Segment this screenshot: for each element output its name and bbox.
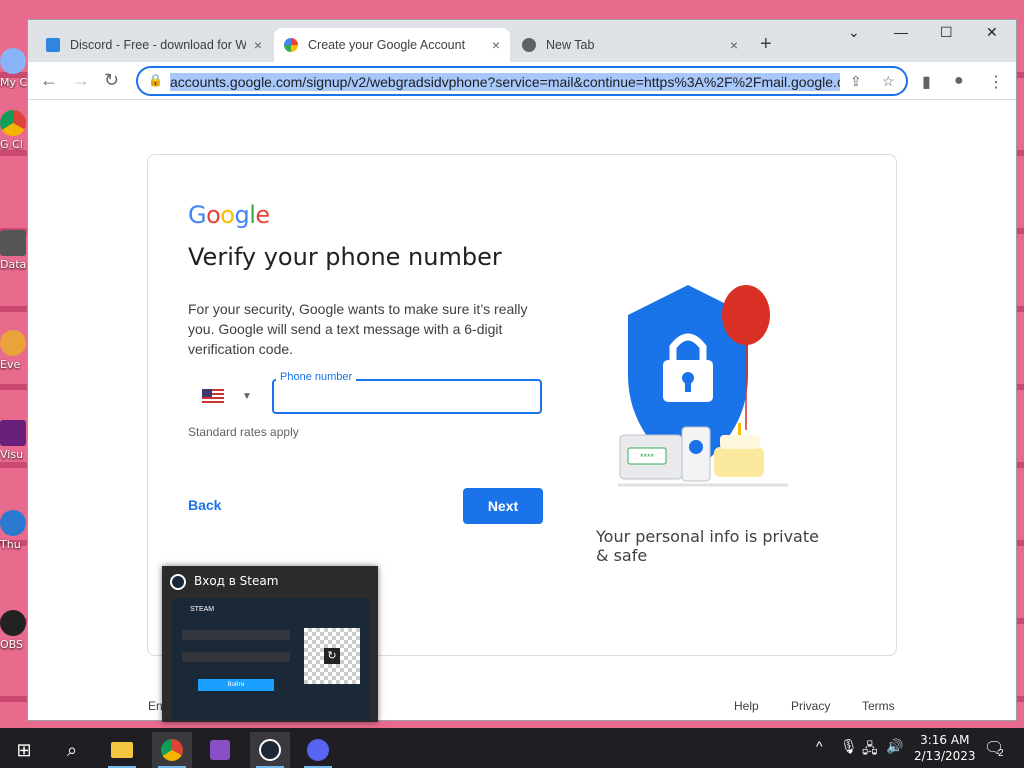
clock-date: 2/13/2023 xyxy=(914,749,976,763)
tab-title: Create your Google Account xyxy=(308,38,466,52)
tab-new-tab[interactable]: New Tab × xyxy=(512,28,748,62)
minimize-icon[interactable]: — xyxy=(894,24,908,40)
notification-count-badge: 2 xyxy=(998,748,1004,759)
toolbar: ← → ↻ 🔒 accounts.google.com/signup/v2/we… xyxy=(28,62,1016,100)
tab-title: Discord - Free - download for W xyxy=(70,38,246,52)
discord-taskbar-icon[interactable] xyxy=(298,732,338,768)
show-hidden-icons-icon[interactable]: ^ xyxy=(816,738,823,754)
desktop-icon-data[interactable]: Data xyxy=(0,230,28,271)
search-icon[interactable]: ⌕ xyxy=(52,732,92,768)
balloon-icon xyxy=(722,285,770,345)
forward-arrow-icon[interactable]: → xyxy=(72,70,90,91)
footer-help-link[interactable]: Help xyxy=(734,699,759,713)
desktop-icon-visual-studio[interactable]: Visu xyxy=(0,420,28,461)
us-flag-icon xyxy=(202,389,224,403)
file-explorer-icon[interactable] xyxy=(102,732,142,768)
security-shield-illustration: **** xyxy=(618,285,788,487)
desktop-icon-label: Eve xyxy=(0,358,21,371)
close-icon[interactable]: × xyxy=(492,37,500,53)
close-window-icon[interactable]: ✕ xyxy=(986,24,998,41)
windows-start-icon[interactable]: ⊞ xyxy=(4,732,44,768)
tab-search-icon[interactable]: ⌄ xyxy=(848,24,860,41)
network-icon[interactable]: 🖧 xyxy=(862,738,878,762)
steam-icon xyxy=(170,574,186,590)
footer-terms-link[interactable]: Terms xyxy=(862,699,895,713)
phone-number-input[interactable] xyxy=(272,379,542,414)
share-icon[interactable]: ⇪ xyxy=(850,73,862,90)
back-arrow-icon[interactable]: ← xyxy=(40,70,58,91)
reload-icon[interactable]: ↻ xyxy=(104,70,119,91)
signin-button: Войти xyxy=(198,679,274,691)
close-icon[interactable]: × xyxy=(254,37,262,53)
steam-logo: STEAM xyxy=(190,606,215,613)
side-panel-icon[interactable]: ▮ xyxy=(922,72,931,92)
volume-icon[interactable]: 🔊 xyxy=(886,738,903,755)
desktop-icon-my-computer[interactable]: My C xyxy=(0,48,28,89)
preview-title: Вход в Steam xyxy=(194,574,279,588)
login-field xyxy=(182,630,290,640)
desktop-icon-label: Visu xyxy=(0,448,24,461)
privacy-caption: Your personal info is private & safe xyxy=(596,527,819,565)
system-clock[interactable]: 3:16 AM 2/13/2023 xyxy=(914,732,976,764)
page-title: Verify your phone number xyxy=(188,243,502,271)
taskbar: ⊞ ⌕ ^ 🎙 🖧 🔊 3:16 AM 2/13/2023 🗨 2 xyxy=(0,728,1024,768)
card-code: **** xyxy=(640,452,655,462)
visual-studio-icon[interactable] xyxy=(200,732,240,768)
phone-number-label: Phone number xyxy=(276,371,357,383)
lock-icon[interactable]: 🔒 xyxy=(148,73,163,87)
chrome-icon xyxy=(522,38,536,52)
steam-login-thumbnail[interactable]: STEAM Войти ↻ xyxy=(172,598,370,720)
profile-avatar-icon[interactable]: ● xyxy=(954,72,964,90)
cake-icon xyxy=(714,447,764,477)
new-tab-button[interactable]: + xyxy=(760,33,772,56)
tab-strip: Discord - Free - download for W × Create… xyxy=(28,20,1016,62)
menu-kebab-icon[interactable]: ⋮ xyxy=(988,72,1004,92)
desktop-icon-label: Thu xyxy=(0,538,21,551)
steam-taskbar-preview[interactable]: Вход в Steam STEAM Войти ↻ xyxy=(162,566,378,722)
google-logo: Google xyxy=(188,201,270,229)
tab-discord[interactable]: Discord - Free - download for W × xyxy=(36,28,272,62)
url-text[interactable]: accounts.google.com/signup/v2/webgradsid… xyxy=(170,73,840,91)
clock-time: 3:16 AM xyxy=(920,733,970,747)
desktop-icon-obs[interactable]: OBS xyxy=(0,610,28,651)
close-icon[interactable]: × xyxy=(730,37,738,53)
desktop-icon-label: Data xyxy=(0,258,27,271)
desktop-icon-label: My C xyxy=(0,76,28,89)
bookmark-star-icon[interactable]: ☆ xyxy=(882,73,895,90)
back-button[interactable]: Back xyxy=(188,497,221,513)
next-button[interactable]: Next xyxy=(463,488,543,524)
desktop-icon-label: G Cl xyxy=(0,138,23,151)
standard-rates-note: Standard rates apply xyxy=(188,425,299,439)
desktop-icon-everything[interactable]: Eve xyxy=(0,330,28,371)
address-bar[interactable]: 🔒 accounts.google.com/signup/v2/webgrads… xyxy=(136,66,908,96)
password-field xyxy=(182,652,290,662)
discord-installer-icon xyxy=(46,38,60,52)
chrome-taskbar-icon[interactable] xyxy=(152,732,192,768)
maximize-icon[interactable]: ☐ xyxy=(940,24,953,41)
desktop-icon-label: OBS xyxy=(0,638,23,651)
refresh-icon: ↻ xyxy=(324,648,340,664)
desktop-icon-thunderbird[interactable]: Thu xyxy=(0,510,28,551)
google-g-icon xyxy=(284,38,298,52)
caret-down-icon: ▼ xyxy=(242,390,252,402)
desktop-icon-chrome[interactable]: G Cl xyxy=(0,110,28,151)
tab-title: New Tab xyxy=(546,38,595,52)
security-description: For your security, Google wants to make … xyxy=(188,301,528,357)
country-selector[interactable]: ▼ xyxy=(202,385,258,407)
microphone-icon[interactable]: 🎙 xyxy=(840,738,858,755)
footer-privacy-link[interactable]: Privacy xyxy=(791,699,830,713)
tab-google-account[interactable]: Create your Google Account × xyxy=(274,28,510,62)
steam-taskbar-icon[interactable] xyxy=(250,732,290,768)
